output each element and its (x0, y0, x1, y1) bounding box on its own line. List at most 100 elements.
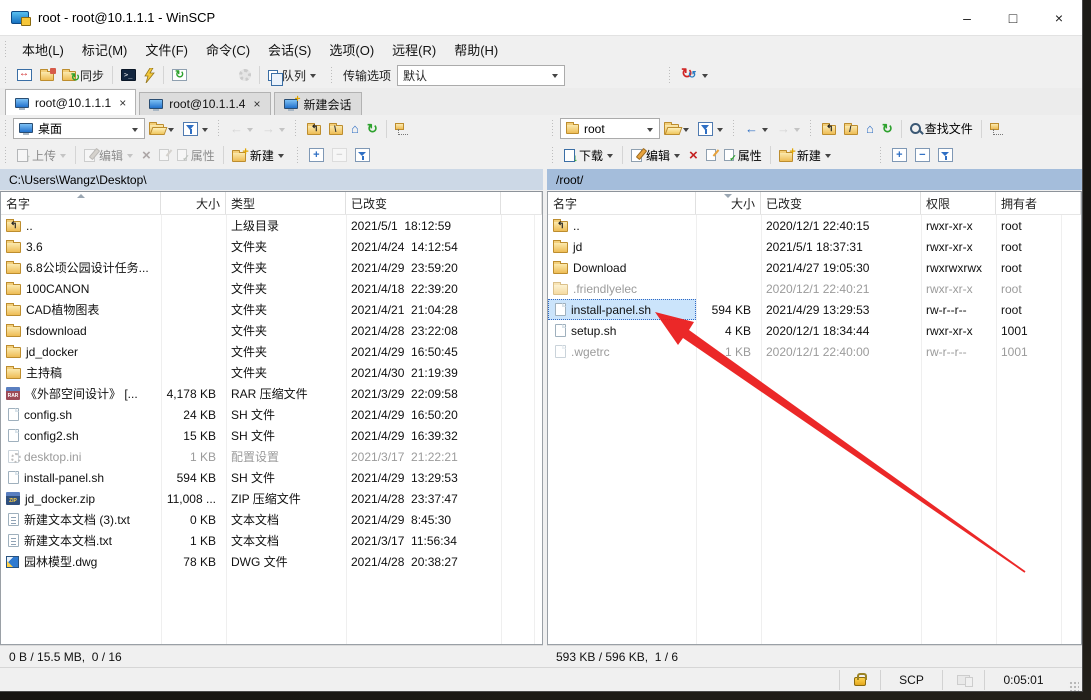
local-new-button[interactable]: 新建 (228, 144, 289, 166)
table-row[interactable]: .. 上级目录 2021/5/1 18:12:59 (1, 215, 542, 236)
queue-button[interactable]: 队列 (264, 64, 321, 86)
session-duration[interactable]: 0:05:01 (984, 670, 1062, 690)
explorer-view-button[interactable] (36, 64, 58, 86)
local-filter-button[interactable] (179, 118, 213, 140)
maximize-button[interactable]: □ (990, 0, 1036, 35)
remote-back-button[interactable] (741, 118, 773, 140)
column-header-name[interactable]: 名字 (548, 192, 696, 214)
local-home-button[interactable] (347, 118, 363, 140)
table-row[interactable]: Download 2021/4/27 19:05:30 rwxrwxrwx ro… (548, 257, 1081, 278)
open-terminal-button[interactable] (117, 64, 140, 86)
toolbar-grip[interactable] (880, 147, 885, 163)
commander-view-button[interactable] (13, 64, 36, 86)
synchronize-button[interactable]: 同步 (58, 64, 108, 86)
local-refresh-button[interactable] (363, 118, 382, 140)
server-cell[interactable] (942, 670, 984, 690)
table-row[interactable]: 3.6 文件夹 2021/4/24 14:12:54 (1, 236, 542, 257)
toolbar-grip[interactable] (295, 120, 300, 137)
toolbar-grip[interactable] (552, 147, 557, 163)
table-row[interactable]: .. 2020/12/1 22:40:15 rwxr-xr-x root (548, 215, 1081, 236)
execute-command-button[interactable] (140, 64, 159, 86)
column-header-size[interactable]: 大小 (696, 192, 761, 214)
local-root-directory-button[interactable] (325, 118, 347, 140)
local-drive-select[interactable]: 桌面 (13, 118, 145, 139)
remote-refresh-button[interactable] (878, 118, 897, 140)
toolbar-grip[interactable] (733, 120, 738, 137)
menu-item[interactable]: 本地(L) (13, 36, 73, 62)
table-row[interactable]: setup.sh 4 KB 2020/12/1 18:34:44 rwxr-xr… (548, 320, 1081, 341)
column-header-name[interactable]: 名字 (1, 192, 161, 214)
transfer-settings-button[interactable] (677, 64, 713, 86)
column-header-size[interactable]: 大小 (161, 192, 226, 214)
local-rename-button[interactable] (155, 144, 173, 166)
toolbar-grip[interactable] (669, 67, 674, 83)
local-parent-directory-button[interactable] (303, 118, 325, 140)
local-edit-button[interactable]: 编辑 (80, 144, 138, 166)
remote-filter-button[interactable] (694, 118, 728, 140)
close-tab-icon[interactable]: × (119, 96, 126, 110)
table-row[interactable]: 新建文本文档 (3).txt 0 KB 文本文档 2021/4/29 8:45:… (1, 509, 542, 530)
remote-open-directory-button[interactable] (660, 118, 694, 140)
remote-path-bar[interactable]: /root/ (547, 169, 1082, 190)
remote-new-button[interactable]: 新建 (775, 144, 836, 166)
find-files-button[interactable]: 查找文件 (906, 118, 977, 140)
table-row[interactable]: .friendlyelec 2020/12/1 22:40:21 rwxr-xr… (548, 278, 1081, 299)
download-button[interactable]: 下载 (560, 144, 618, 166)
tab-new-session[interactable]: 新建会话 (274, 92, 362, 115)
local-delete-button[interactable]: × (138, 144, 155, 166)
menu-item[interactable]: 远程(R) (383, 36, 445, 62)
encryption-cell[interactable] (839, 670, 880, 690)
menu-item[interactable]: 选项(O) (320, 36, 383, 62)
minimize-button[interactable]: – (944, 0, 990, 35)
toolbar-grip[interactable] (297, 147, 302, 163)
remote-parent-directory-button[interactable] (818, 118, 840, 140)
toolbar-grip[interactable] (810, 120, 815, 137)
transfer-preset-select[interactable]: 默认 (397, 65, 565, 86)
menu-grip[interactable] (5, 41, 10, 57)
table-row[interactable]: .wgetrc 1 KB 2020/12/1 22:40:00 rw-r--r-… (548, 341, 1081, 362)
menu-item[interactable]: 会话(S) (259, 36, 320, 62)
preferences-button[interactable] (235, 64, 255, 86)
table-row[interactable]: desktop.ini 1 KB 配置设置 2021/3/17 21:22:21 (1, 446, 542, 467)
table-row[interactable]: CAD植物图表 文件夹 2021/4/21 21:04:28 (1, 299, 542, 320)
remote-delete-button[interactable]: × (685, 144, 702, 166)
table-row[interactable]: config2.sh 15 KB SH 文件 2021/4/29 16:39:3… (1, 425, 542, 446)
toolbar-grip[interactable] (331, 67, 336, 83)
column-header-changed[interactable]: 已改变 (346, 192, 501, 214)
table-row[interactable]: 《外部空间设计》 [... 4,178 KB RAR 压缩文件 2021/3/2… (1, 383, 542, 404)
table-row[interactable]: jd_docker.zip 11,008 ... ZIP 压缩文件 2021/4… (1, 488, 542, 509)
local-select-button[interactable]: + (305, 144, 328, 166)
upload-button[interactable]: 上传 (13, 144, 71, 166)
menu-item[interactable]: 命令(C) (197, 36, 259, 62)
tab-session-2[interactable]: root@10.1.1.4 × (139, 92, 270, 115)
remote-edit-button[interactable]: 编辑 (627, 144, 685, 166)
toolbar-grip[interactable] (5, 147, 10, 163)
close-button[interactable]: × (1036, 0, 1082, 35)
column-header-permissions[interactable]: 权限 (921, 192, 996, 214)
table-row[interactable]: install-panel.sh 594 KB 2021/4/29 13:29:… (548, 299, 1081, 320)
column-header-type[interactable]: 类型 (226, 192, 346, 214)
toolbar-grip[interactable] (552, 120, 557, 137)
refresh-panels-button[interactable] (168, 64, 191, 86)
toolbar-grip[interactable] (218, 120, 223, 137)
menu-item[interactable]: 文件(F) (136, 36, 197, 62)
local-unselect-button[interactable]: − (328, 144, 351, 166)
local-path-bar[interactable]: C:\Users\Wangz\Desktop\ (0, 169, 543, 190)
column-header-changed[interactable]: 已改变 (761, 192, 921, 214)
remote-unselect-button[interactable]: − (911, 144, 934, 166)
toolbar-grip[interactable] (5, 120, 10, 137)
toolbar-grip[interactable] (5, 67, 10, 83)
remote-properties-button[interactable]: 属性 (720, 144, 766, 166)
table-row[interactable]: 园林模型.dwg 78 KB DWG 文件 2021/4/28 20:38:27 (1, 551, 542, 572)
table-row[interactable]: jd 2021/5/1 18:37:31 rwxr-xr-x root (548, 236, 1081, 257)
table-row[interactable]: 新建文本文档.txt 1 KB 文本文档 2021/3/17 11:56:34 (1, 530, 542, 551)
table-row[interactable]: fsdownload 文件夹 2021/4/28 23:22:08 (1, 320, 542, 341)
local-forward-button[interactable] (258, 118, 290, 140)
table-row[interactable]: 6.8公顷公园设计任务... 文件夹 2021/4/29 23:59:20 (1, 257, 542, 278)
remote-rename-button[interactable] (702, 144, 720, 166)
local-properties-button[interactable]: 属性 (173, 144, 219, 166)
resize-grip-icon[interactable] (1068, 680, 1079, 691)
protocol-cell[interactable]: SCP (880, 670, 942, 690)
column-header-owner[interactable]: 拥有者 (996, 192, 1081, 214)
table-row[interactable]: jd_docker 文件夹 2021/4/29 16:50:45 (1, 341, 542, 362)
